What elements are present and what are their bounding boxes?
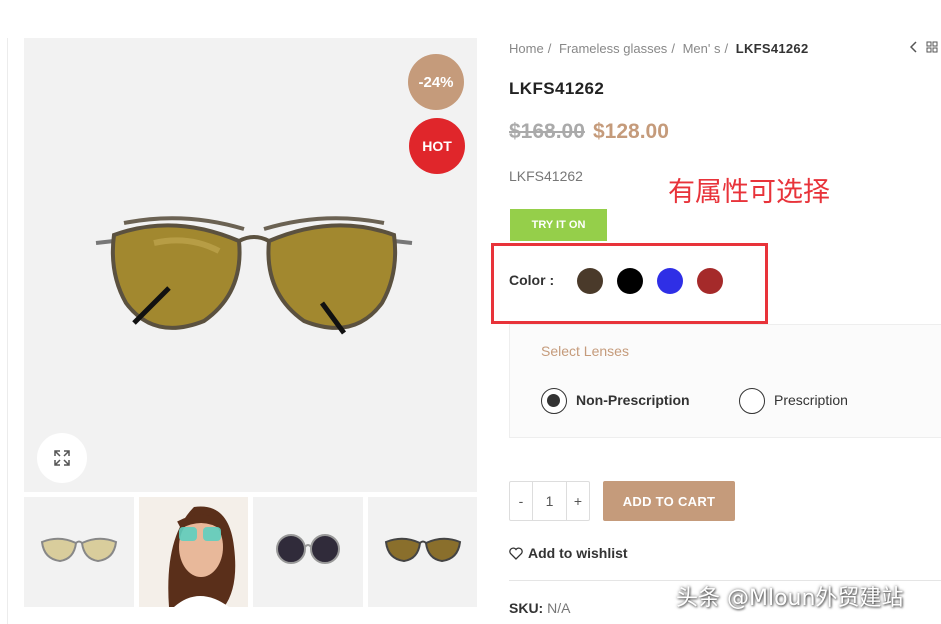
label-non-prescription[interactable]: Non-Prescription [576, 392, 690, 408]
zoom-button[interactable] [37, 433, 87, 483]
left-divider [7, 38, 8, 624]
try-it-on-button[interactable]: TRY IT ON [510, 209, 607, 241]
radio-prescription[interactable] [739, 388, 765, 414]
color-swatch-red[interactable] [697, 268, 723, 294]
price-original: $168.00 [509, 120, 585, 143]
radio-non-prescription[interactable] [541, 388, 567, 414]
sku-meta: SKU: N/A [509, 600, 570, 616]
sku-value: N/A [547, 600, 571, 616]
thumbnail-gold-aviator[interactable] [24, 497, 134, 607]
thumbnail-strip [24, 497, 477, 607]
model-photo-icon [167, 506, 235, 607]
aviator-sunglasses-image [95, 216, 413, 335]
price-sale: $128.00 [593, 120, 669, 143]
sku-key: SKU: [509, 600, 544, 616]
lens-selector-title: Select Lenses [541, 343, 629, 359]
product-main-image[interactable]: -24% HOT [24, 38, 477, 492]
thumbnail-model[interactable] [138, 497, 248, 607]
add-to-wishlist-link[interactable]: Add to wishlist [509, 545, 628, 561]
qty-decrement-button[interactable]: - [510, 482, 532, 520]
breadcrumb-mens[interactable]: Men' s [683, 41, 721, 56]
breadcrumb-home[interactable]: Home [509, 41, 544, 56]
annotation-text: 有属性可选择 [668, 177, 830, 208]
product-nav [910, 41, 938, 53]
chevron-left-icon[interactable] [910, 41, 918, 53]
label-prescription[interactable]: Prescription [774, 392, 848, 408]
quantity-stepper: - 1 + [509, 481, 590, 521]
breadcrumb-current: LKFS41262 [735, 41, 809, 56]
lens-selector: Select Lenses Non-Prescription Prescript… [509, 324, 941, 438]
color-label: Color : [509, 272, 555, 288]
color-swatch-black[interactable] [617, 268, 643, 294]
round-sunglasses-icon [276, 534, 340, 564]
qty-input[interactable]: 1 [532, 482, 567, 520]
wishlist-label: Add to wishlist [528, 545, 628, 561]
qty-increment-button[interactable]: + [567, 482, 589, 520]
thumbnail-dark-round[interactable] [253, 497, 363, 607]
radio-selected-dot [547, 394, 560, 407]
product-code: LKFS41262 [509, 168, 583, 184]
heart-icon [509, 546, 523, 560]
watermark: 头条 @Mloun外贸建站 [676, 586, 904, 611]
color-swatch-brown[interactable] [577, 268, 603, 294]
breadcrumb: Home / Frameless glasses / Men' s / LKFS412… [509, 41, 809, 56]
aviator-brown-icon [384, 537, 461, 563]
expand-icon [54, 450, 70, 466]
breadcrumb-frameless-glasses[interactable]: Frameless glasses [559, 41, 667, 56]
hot-badge: HOT [409, 118, 465, 174]
color-swatch-blue[interactable] [657, 268, 683, 294]
discount-badge: -24% [408, 54, 464, 110]
product-title: LKFS41262 [509, 79, 605, 98]
add-to-cart-button[interactable]: ADD TO CART [603, 481, 735, 521]
aviator-gold-icon [40, 537, 118, 563]
thumbnail-brown-aviator[interactable] [367, 497, 477, 607]
grid-icon[interactable] [926, 41, 938, 53]
